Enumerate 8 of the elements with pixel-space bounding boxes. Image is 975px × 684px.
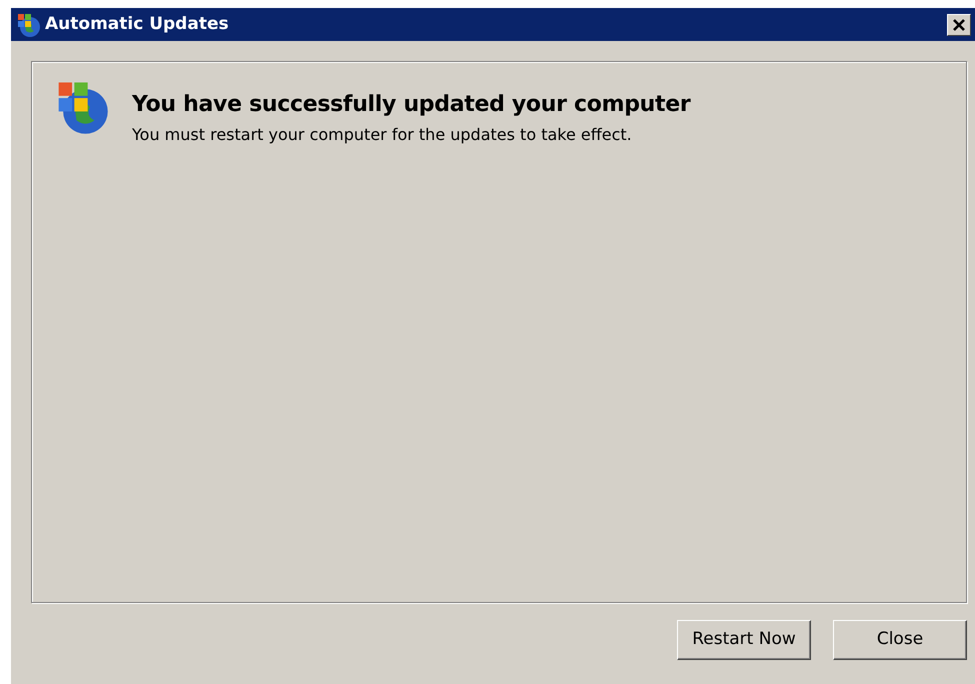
dialog-button[interactable]: Close [833, 620, 967, 660]
close-icon [952, 18, 966, 32]
close-button[interactable] [947, 14, 971, 36]
message-heading: You have successfully updated your computer [132, 91, 690, 119]
message-text: You must restart your computer for the updates to take effect. [132, 124, 633, 146]
window-title: Automatic Updates [45, 12, 229, 36]
globe-icon [15, 12, 41, 38]
dialog-button[interactable]: Restart Now [677, 620, 811, 660]
